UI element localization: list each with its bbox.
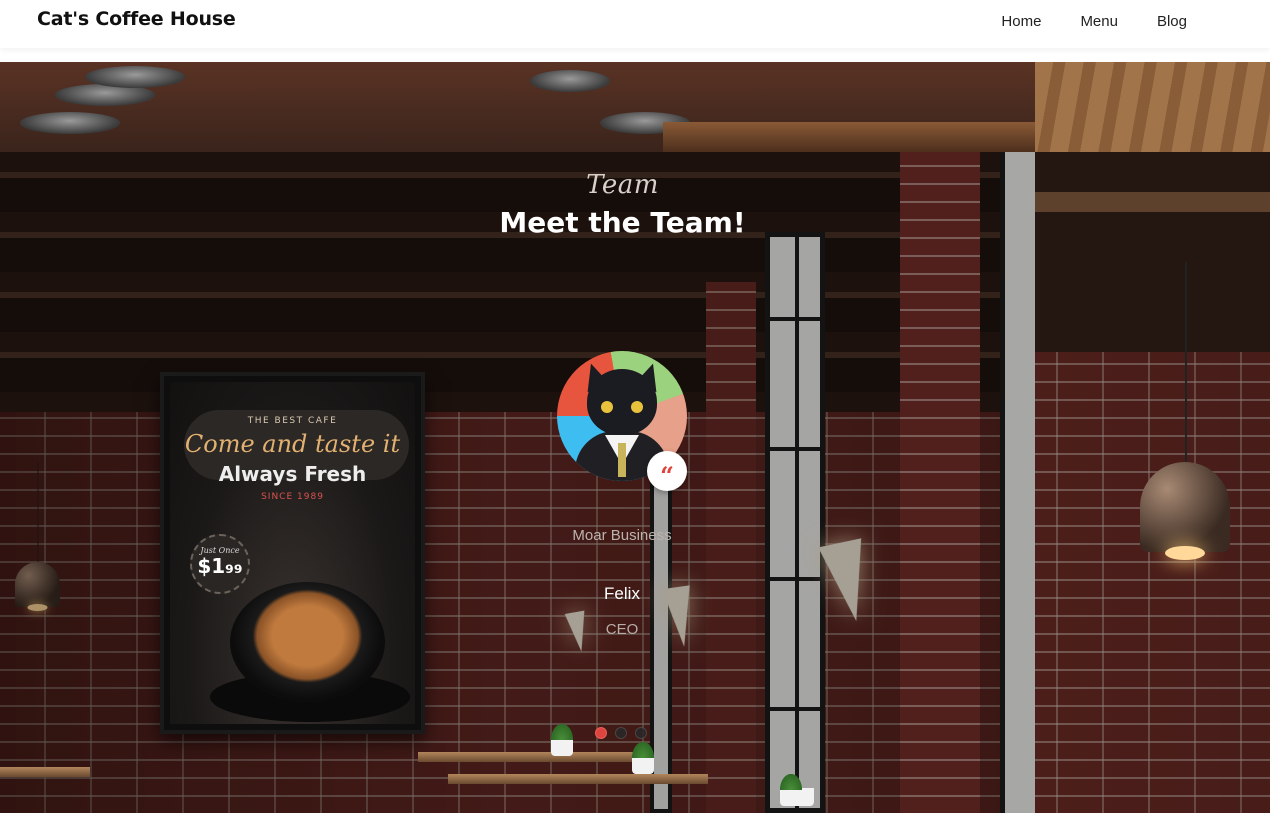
poster-headline: Come and taste it — [184, 430, 401, 458]
carousel-dot-1[interactable] — [595, 727, 607, 739]
member-role: CEO — [605, 621, 639, 638]
poster-tagline: THE BEST CAFE — [247, 416, 338, 426]
section-title: Meet the Team! — [499, 206, 746, 239]
poster-since: SINCE 1989 — [261, 492, 324, 502]
overlay — [0, 152, 1035, 813]
nav-menu-link[interactable]: Menu — [1080, 13, 1118, 30]
bar-stool — [20, 112, 120, 134]
header-spacer — [0, 48, 1270, 62]
navbar: Cat's Coffee House Home Menu Blog — [0, 0, 1270, 48]
coffee-poster: THE BEST CAFE Come and taste it Always F… — [170, 382, 415, 724]
nav-home-link[interactable]: Home — [1001, 13, 1041, 30]
brand-logo-link[interactable]: Cat's Coffee House — [37, 8, 236, 30]
section-script-title: Team — [586, 170, 659, 200]
table — [0, 767, 90, 777]
table — [418, 752, 648, 762]
carousel-dot-3[interactable] — [635, 727, 647, 739]
carousel-dot-2[interactable] — [615, 727, 627, 739]
poster-subheadline: Always Fresh — [218, 462, 367, 486]
plant-pot — [780, 774, 814, 806]
main-nav: Home Menu Blog — [962, 13, 1187, 30]
bar-stool — [530, 70, 610, 92]
nav-blog-link[interactable]: Blog — [1157, 13, 1187, 30]
carousel-indicators — [595, 727, 647, 739]
counter-top — [663, 122, 1035, 152]
coffee-poster-frame: THE BEST CAFE Come and taste it Always F… — [160, 372, 425, 734]
table — [448, 774, 708, 784]
quote-icon[interactable]: “ — [647, 451, 687, 491]
bar-stool — [85, 66, 185, 88]
plant-pot — [632, 742, 654, 774]
plant-pot — [551, 724, 573, 756]
testimonial-text: Moar Business — [572, 527, 672, 544]
member-name: Felix — [604, 584, 640, 603]
price-value: $1₉₉ — [197, 554, 243, 578]
